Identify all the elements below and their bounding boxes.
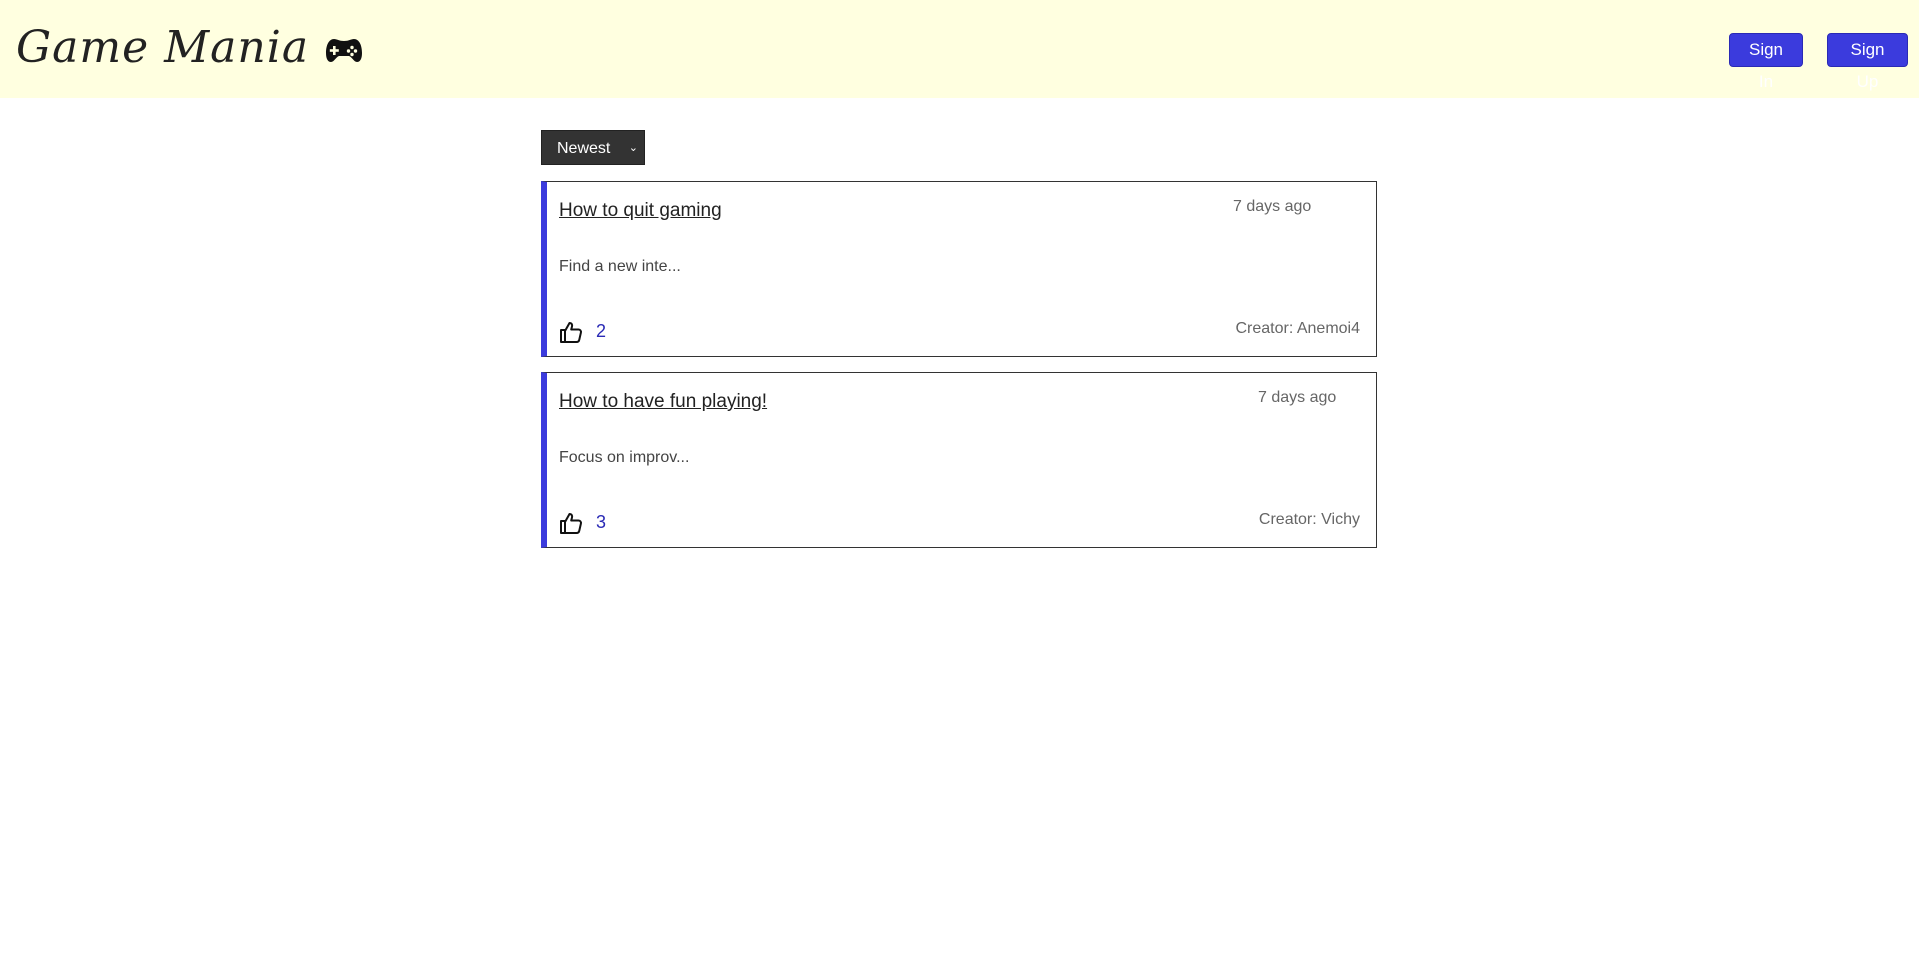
post-creator: Creator: Anemoi4: [1235, 320, 1360, 338]
creator-label: Creator:: [1235, 320, 1294, 337]
creator-name: Vichy: [1321, 511, 1360, 528]
brand[interactable]: Game Mania: [16, 20, 363, 76]
post-title-link[interactable]: How to have fun playing!: [559, 391, 767, 413]
thumbs-up-icon[interactable]: [559, 511, 583, 535]
sort-select[interactable]: Newest ⌄: [541, 130, 645, 165]
brand-name[interactable]: Game Mania: [16, 20, 309, 76]
sign-up-button[interactable]: Sign Up: [1827, 33, 1908, 91]
like-count: 2: [596, 321, 607, 341]
post-timestamp: 7 days ago: [1258, 389, 1337, 406]
post-timestamp: 7 days ago: [1233, 198, 1312, 215]
post-excerpt: Find a new inte...: [559, 258, 681, 275]
gamepad-icon: [325, 37, 363, 63]
post-creator: Creator: Vichy: [1259, 511, 1360, 529]
creator-name: Anemoi4: [1296, 320, 1360, 337]
post-card: How to quit gaming 7 days ago Find a new…: [541, 181, 1377, 357]
sort-selected-value: Newest: [557, 140, 611, 157]
post-title-link[interactable]: How to quit gaming: [559, 200, 722, 222]
post-excerpt: Focus on improv...: [559, 449, 690, 466]
top-navbar: Game Mania Sign In Sign Up: [0, 0, 1919, 98]
like-count: 3: [596, 512, 607, 532]
thumbs-up-icon[interactable]: [559, 320, 583, 344]
chevron-down-icon: ⌄: [628, 142, 638, 154]
post-card: How to have fun playing! 7 days ago Focu…: [541, 372, 1377, 548]
creator-label: Creator:: [1258, 511, 1317, 528]
sign-in-button[interactable]: Sign In: [1729, 33, 1803, 91]
